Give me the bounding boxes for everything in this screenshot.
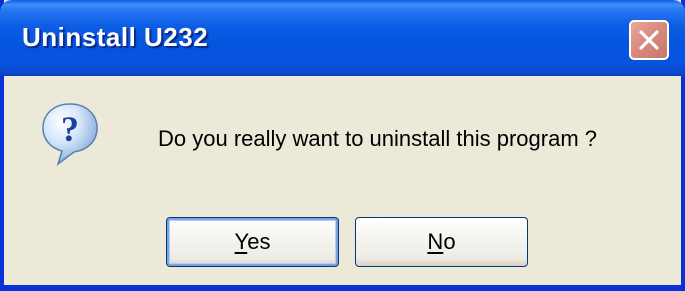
dialog-body: ? Do you really want to uninstall this p… xyxy=(4,76,681,285)
yes-button-label: Yes xyxy=(235,229,271,255)
yes-mnemonic: Y xyxy=(234,229,248,254)
yes-label-rest: es xyxy=(247,229,271,254)
confirmation-message: Do you really want to uninstall this pro… xyxy=(158,126,597,151)
no-label-rest: o xyxy=(443,229,456,254)
uninstall-dialog: Uninstall U232 ? Do you really want to u… xyxy=(0,0,685,291)
title-bar[interactable]: Uninstall U232 xyxy=(0,0,685,76)
yes-button[interactable]: Yes xyxy=(166,217,339,267)
no-mnemonic: N xyxy=(427,229,444,254)
no-button-label: No xyxy=(427,229,455,255)
svg-text:?: ? xyxy=(61,109,79,149)
close-button[interactable] xyxy=(629,20,669,60)
window-title: Uninstall U232 xyxy=(22,22,209,52)
close-icon xyxy=(639,30,659,50)
no-button[interactable]: No xyxy=(355,217,528,267)
question-icon: ? xyxy=(42,103,98,166)
